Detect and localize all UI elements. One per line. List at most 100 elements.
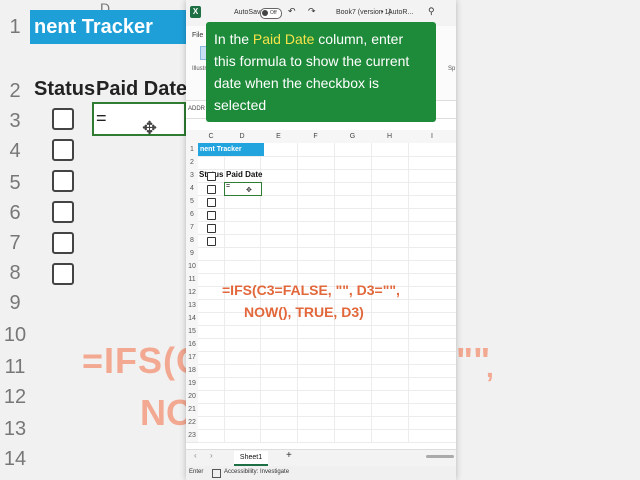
gridline — [198, 221, 456, 222]
bg-row-number: 6 — [9, 202, 21, 224]
row-number[interactable]: 20 — [186, 390, 198, 404]
row-number[interactable]: 6 — [186, 208, 198, 222]
accessibility-icon[interactable] — [212, 469, 221, 478]
bg-checkbox — [52, 108, 74, 130]
bg-row-number: 7 — [9, 232, 21, 254]
row-number[interactable]: 8 — [186, 234, 198, 248]
row-number[interactable]: 9 — [186, 247, 198, 261]
bg-row-number: 9 — [9, 292, 21, 314]
bg-paid-date-header: Paid Date — [96, 78, 188, 100]
redo-icon[interactable]: ↷ — [308, 6, 316, 17]
status-checkbox[interactable] — [207, 185, 216, 194]
gridline — [198, 416, 456, 417]
sheet-prev-icon[interactable]: ‹ — [194, 451, 197, 460]
accessibility-status[interactable]: Accessibility: Investigate — [224, 469, 289, 475]
bg-formula-comma: , — [486, 352, 494, 383]
status-checkbox[interactable] — [207, 237, 216, 246]
row-number[interactable]: 1 — [186, 143, 198, 157]
bg-row-number: 2 — [9, 80, 21, 102]
row-number[interactable]: 4 — [186, 182, 198, 196]
bg-row-number: 3 — [9, 110, 21, 132]
column-header-c[interactable]: C — [198, 130, 225, 143]
gridline — [198, 442, 456, 443]
gridline — [198, 403, 456, 404]
file-tab[interactable]: File — [192, 32, 203, 39]
gridline — [198, 273, 456, 274]
mode-indicator: Enter — [189, 469, 204, 475]
row-number[interactable]: 12 — [186, 286, 198, 300]
row-number[interactable]: 18 — [186, 364, 198, 378]
sheet-next-icon[interactable]: › — [210, 451, 213, 460]
row-number[interactable]: 21 — [186, 403, 198, 417]
cell-d3-value: = — [226, 183, 231, 190]
name-box[interactable]: ADDR — [188, 106, 205, 112]
row-number[interactable]: 23 — [186, 429, 198, 443]
tracker-title-cell[interactable]: nent Tracker — [198, 143, 264, 156]
gridline — [198, 325, 456, 326]
column-header-e[interactable]: E — [260, 130, 298, 143]
row-number[interactable]: 16 — [186, 338, 198, 352]
bg-row-number: 4 — [9, 140, 21, 162]
bg-checkbox — [52, 263, 74, 285]
column-header-h[interactable]: H — [371, 130, 409, 143]
bg-formula-line1: =IFS(C — [82, 340, 204, 381]
row-number[interactable]: 2 — [186, 156, 198, 170]
row-number[interactable]: 5 — [186, 195, 198, 209]
gridline — [198, 429, 456, 430]
row-number[interactable]: 10 — [186, 260, 198, 274]
status-checkbox[interactable] — [207, 224, 216, 233]
gridline — [198, 351, 456, 352]
search-icon[interactable]: ⚲ — [428, 6, 435, 17]
bg-row-number: 8 — [9, 262, 21, 284]
horizontal-scrollbar[interactable] — [426, 455, 454, 458]
bg-column-header: D — [100, 0, 111, 16]
callout-text-before: In the — [214, 31, 253, 47]
gridline — [198, 364, 456, 365]
bg-row-number: 13 — [3, 418, 27, 440]
gridline — [198, 247, 456, 248]
row-number[interactable]: 15 — [186, 325, 198, 339]
column-header-d[interactable]: D — [224, 130, 261, 143]
paid-date-header[interactable]: Paid Date — [226, 170, 262, 179]
add-sheet-button[interactable]: + — [286, 450, 292, 461]
formula-line2: NOW(), TRUE, D3) — [244, 304, 364, 320]
gridline — [198, 156, 456, 157]
gridline — [198, 234, 456, 235]
row-number[interactable]: 17 — [186, 351, 198, 365]
gridline — [198, 390, 456, 391]
row-number[interactable]: 13 — [186, 299, 198, 313]
bg-row-number: 12 — [3, 386, 27, 408]
instruction-callout: In the Paid Date column, enter this form… — [206, 22, 436, 122]
callout-highlight: Paid Date — [252, 31, 315, 47]
row-number[interactable]: 22 — [186, 416, 198, 430]
bg-row-number: 14 — [3, 448, 27, 470]
gridline — [198, 338, 456, 339]
row-number[interactable]: 14 — [186, 312, 198, 326]
column-header-g[interactable]: G — [334, 130, 372, 143]
sheet-tab[interactable]: Sheet1 — [234, 451, 268, 466]
bg-row-number: 11 — [4, 356, 26, 378]
formula-line1: =IFS(C3=FALSE, "", D3="", — [222, 282, 400, 298]
bg-checkbox — [52, 201, 74, 223]
gridline — [408, 143, 409, 443]
gridline — [198, 377, 456, 378]
row-number[interactable]: 7 — [186, 221, 198, 235]
app-name: AutoR... — [388, 9, 414, 16]
autosave-state: Off — [270, 10, 277, 16]
gridline — [198, 208, 456, 209]
status-checkbox[interactable] — [207, 172, 216, 181]
gridline — [198, 299, 456, 300]
bg-cell-value: = — [96, 108, 107, 128]
bg-checkbox — [52, 139, 74, 161]
column-header-f[interactable]: F — [297, 130, 335, 143]
status-checkbox[interactable] — [207, 198, 216, 207]
excel-app-icon: X — [190, 6, 201, 18]
row-number[interactable]: 11 — [186, 273, 198, 287]
status-checkbox[interactable] — [207, 211, 216, 220]
undo-icon[interactable]: ↶ — [288, 6, 296, 17]
cursor-icon: ✥ — [246, 187, 252, 194]
row-number[interactable]: 3 — [186, 169, 198, 183]
bg-title-cell: nent Tracker — [30, 10, 194, 44]
column-header-i[interactable]: I — [408, 130, 456, 143]
row-number[interactable]: 19 — [186, 377, 198, 391]
